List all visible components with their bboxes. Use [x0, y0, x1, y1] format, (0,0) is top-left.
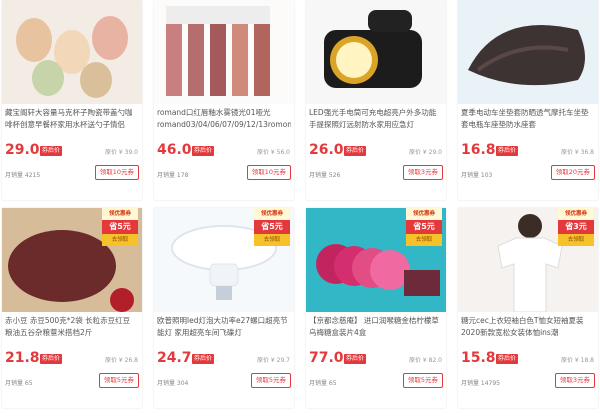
price: 29.0: [5, 142, 40, 158]
product-grid: 藏宝阁轩大容量马克杯子陶瓷带盖勺咖啡杯创意早餐杯家用水杯送勺子情侣 29.0 券…: [0, 0, 600, 416]
coupon-badge-cta: 去领取: [102, 234, 138, 246]
redeem-coupon-button[interactable]: 领取3元券: [554, 373, 595, 388]
original-price: 原价 ¥ 18.8: [561, 357, 594, 364]
price: 46.0: [157, 142, 192, 158]
original-price: 原价 ¥ 82.0: [409, 357, 442, 364]
price: 26.0: [309, 142, 344, 158]
coupon-badge-top: 领优惠券: [254, 208, 290, 220]
monthly-sales: 月销量 65: [309, 380, 337, 387]
coupon-badge-cta: 去领取: [254, 234, 290, 246]
product-card[interactable]: 藏宝阁轩大容量马克杯子陶瓷带盖勺咖啡杯创意早餐杯家用水杯送勺子情侣 29.0 券…: [2, 0, 142, 200]
redeem-coupon-button[interactable]: 领取5元券: [98, 373, 139, 388]
coupon-badge[interactable]: 领优惠券 省5元 去领取: [254, 208, 290, 246]
product-title[interactable]: 夏季电动车坐垫套防晒透气摩托车坐垫套电瓶车座垫防水座套: [461, 107, 595, 135]
original-price: 原价 ¥ 26.8: [105, 357, 138, 364]
product-title[interactable]: 糖元cec上衣短袖白色T恤女短袖夏装2020新款宽松女装体恤ins潮: [461, 315, 595, 343]
redeem-coupon-button[interactable]: 领取5元券: [250, 373, 291, 388]
coupon-badge-cta: 去领取: [558, 234, 594, 246]
product-card[interactable]: 领优惠券 省5元 去领取 欧普照明led灯泡大功率e27螺口超亮节能灯 家用超亮…: [154, 208, 294, 408]
product-thumbnail[interactable]: [154, 0, 294, 104]
product-title[interactable]: romand口红唇釉水雾镜光01哑光 romand03/04/06/07/09/…: [157, 107, 291, 135]
coupon-badge-top: 领优惠券: [558, 208, 594, 220]
redeem-coupon-button[interactable]: 领取10元券: [94, 165, 139, 180]
coupon-badge[interactable]: 领优惠券 省3元 去领取: [558, 208, 594, 246]
product-card[interactable]: romand口红唇釉水雾镜光01哑光 romand03/04/06/07/09/…: [154, 0, 294, 200]
coupon-badge-amount: 省3元: [558, 220, 594, 234]
price: 21.8: [5, 350, 40, 366]
price: 15.8: [461, 350, 496, 366]
original-price: 原价 ¥ 36.8: [561, 149, 594, 156]
flashlight-icon: [324, 10, 422, 88]
price: 16.8: [461, 142, 496, 158]
monthly-sales: 月销量 526: [309, 172, 341, 179]
original-price: 原价 ¥ 56.0: [257, 149, 290, 156]
coupon-badge-top: 领优惠券: [102, 208, 138, 220]
mugs-icon: [16, 16, 128, 98]
original-price: 原价 ¥ 39.0: [105, 149, 138, 156]
redeem-coupon-button[interactable]: 领取10元券: [246, 165, 291, 180]
coupon-price-tag: 券后价: [496, 146, 519, 156]
redeem-coupon-button[interactable]: 领取20元券: [550, 165, 595, 180]
original-price: 原价 ¥ 29.0: [409, 149, 442, 156]
coupon-badge[interactable]: 领优惠券 省5元 去领取: [102, 208, 138, 246]
product-thumbnail[interactable]: [2, 0, 142, 104]
monthly-sales: 月销量 65: [5, 380, 33, 387]
coupon-badge-cta: 去领取: [406, 234, 442, 246]
product-card[interactable]: 领优惠券 省5元 去领取 赤小豆 赤豆500克*2袋 长粒赤豆红豆 粮油五谷杂粮…: [2, 208, 142, 408]
product-title[interactable]: 欧普照明led灯泡大功率e27螺口超亮节能灯 家用超亮车间飞碟灯: [157, 315, 291, 343]
price: 77.0: [309, 350, 344, 366]
product-title[interactable]: 藏宝阁轩大容量马克杯子陶瓷带盖勺咖啡杯创意早餐杯家用水杯送勺子情侣: [5, 107, 139, 135]
product-card[interactable]: 领优惠券 省5元 去领取 【京都念慈庵】 进口润喉糖金桔柠檬草 乌梅糖盒装片4盒…: [306, 208, 446, 408]
product-title[interactable]: 赤小豆 赤豆500克*2袋 长粒赤豆红豆 粮油五谷杂粮薏米搭档2斤: [5, 315, 139, 343]
coupon-badge-amount: 省5元: [102, 220, 138, 234]
coupon-price-tag: 券后价: [496, 354, 519, 364]
coupon-badge[interactable]: 领优惠券 省5元 去领取: [406, 208, 442, 246]
monthly-sales: 月销量 4215: [5, 172, 41, 179]
product-thumbnail[interactable]: [306, 0, 446, 104]
coupon-badge-amount: 省5元: [406, 220, 442, 234]
product-card[interactable]: 领优惠券 省3元 去领取 糖元cec上衣短袖白色T恤女短袖夏装2020新款宽松女…: [458, 208, 598, 408]
coupon-price-tag: 券后价: [344, 354, 367, 364]
lipgloss-icon: [166, 6, 270, 96]
monthly-sales: 月销量 14795: [461, 380, 500, 387]
price: 24.7: [157, 350, 192, 366]
coupon-price-tag: 券后价: [40, 354, 63, 364]
monthly-sales: 月销量 304: [157, 380, 189, 387]
coupon-price-tag: 券后价: [40, 146, 63, 156]
coupon-price-tag: 券后价: [192, 146, 215, 156]
product-title[interactable]: LED强光手电筒可充电超亮户外多功能手提探照灯远射防水家用应急灯: [309, 107, 443, 135]
seat-cover-icon: [468, 25, 585, 86]
original-price: 原价 ¥ 29.7: [257, 357, 290, 364]
monthly-sales: 月销量 103: [461, 172, 493, 179]
coupon-price-tag: 券后价: [192, 354, 215, 364]
redeem-coupon-button[interactable]: 领取3元券: [402, 165, 443, 180]
redeem-coupon-button[interactable]: 领取5元券: [402, 373, 443, 388]
product-title[interactable]: 【京都念慈庵】 进口润喉糖金桔柠檬草 乌梅糖盒装片4盒: [309, 315, 443, 343]
product-card[interactable]: 夏季电动车坐垫套防晒透气摩托车坐垫套电瓶车座垫防水座套 16.8 券后价 原价 …: [458, 0, 598, 200]
coupon-badge-amount: 省5元: [254, 220, 290, 234]
coupon-badge-top: 领优惠券: [406, 208, 442, 220]
coupon-price-tag: 券后价: [344, 146, 367, 156]
monthly-sales: 月销量 178: [157, 172, 189, 179]
product-thumbnail[interactable]: [458, 0, 598, 104]
product-card[interactable]: LED强光手电筒可充电超亮户外多功能手提探照灯远射防水家用应急灯 26.0 券后…: [306, 0, 446, 200]
